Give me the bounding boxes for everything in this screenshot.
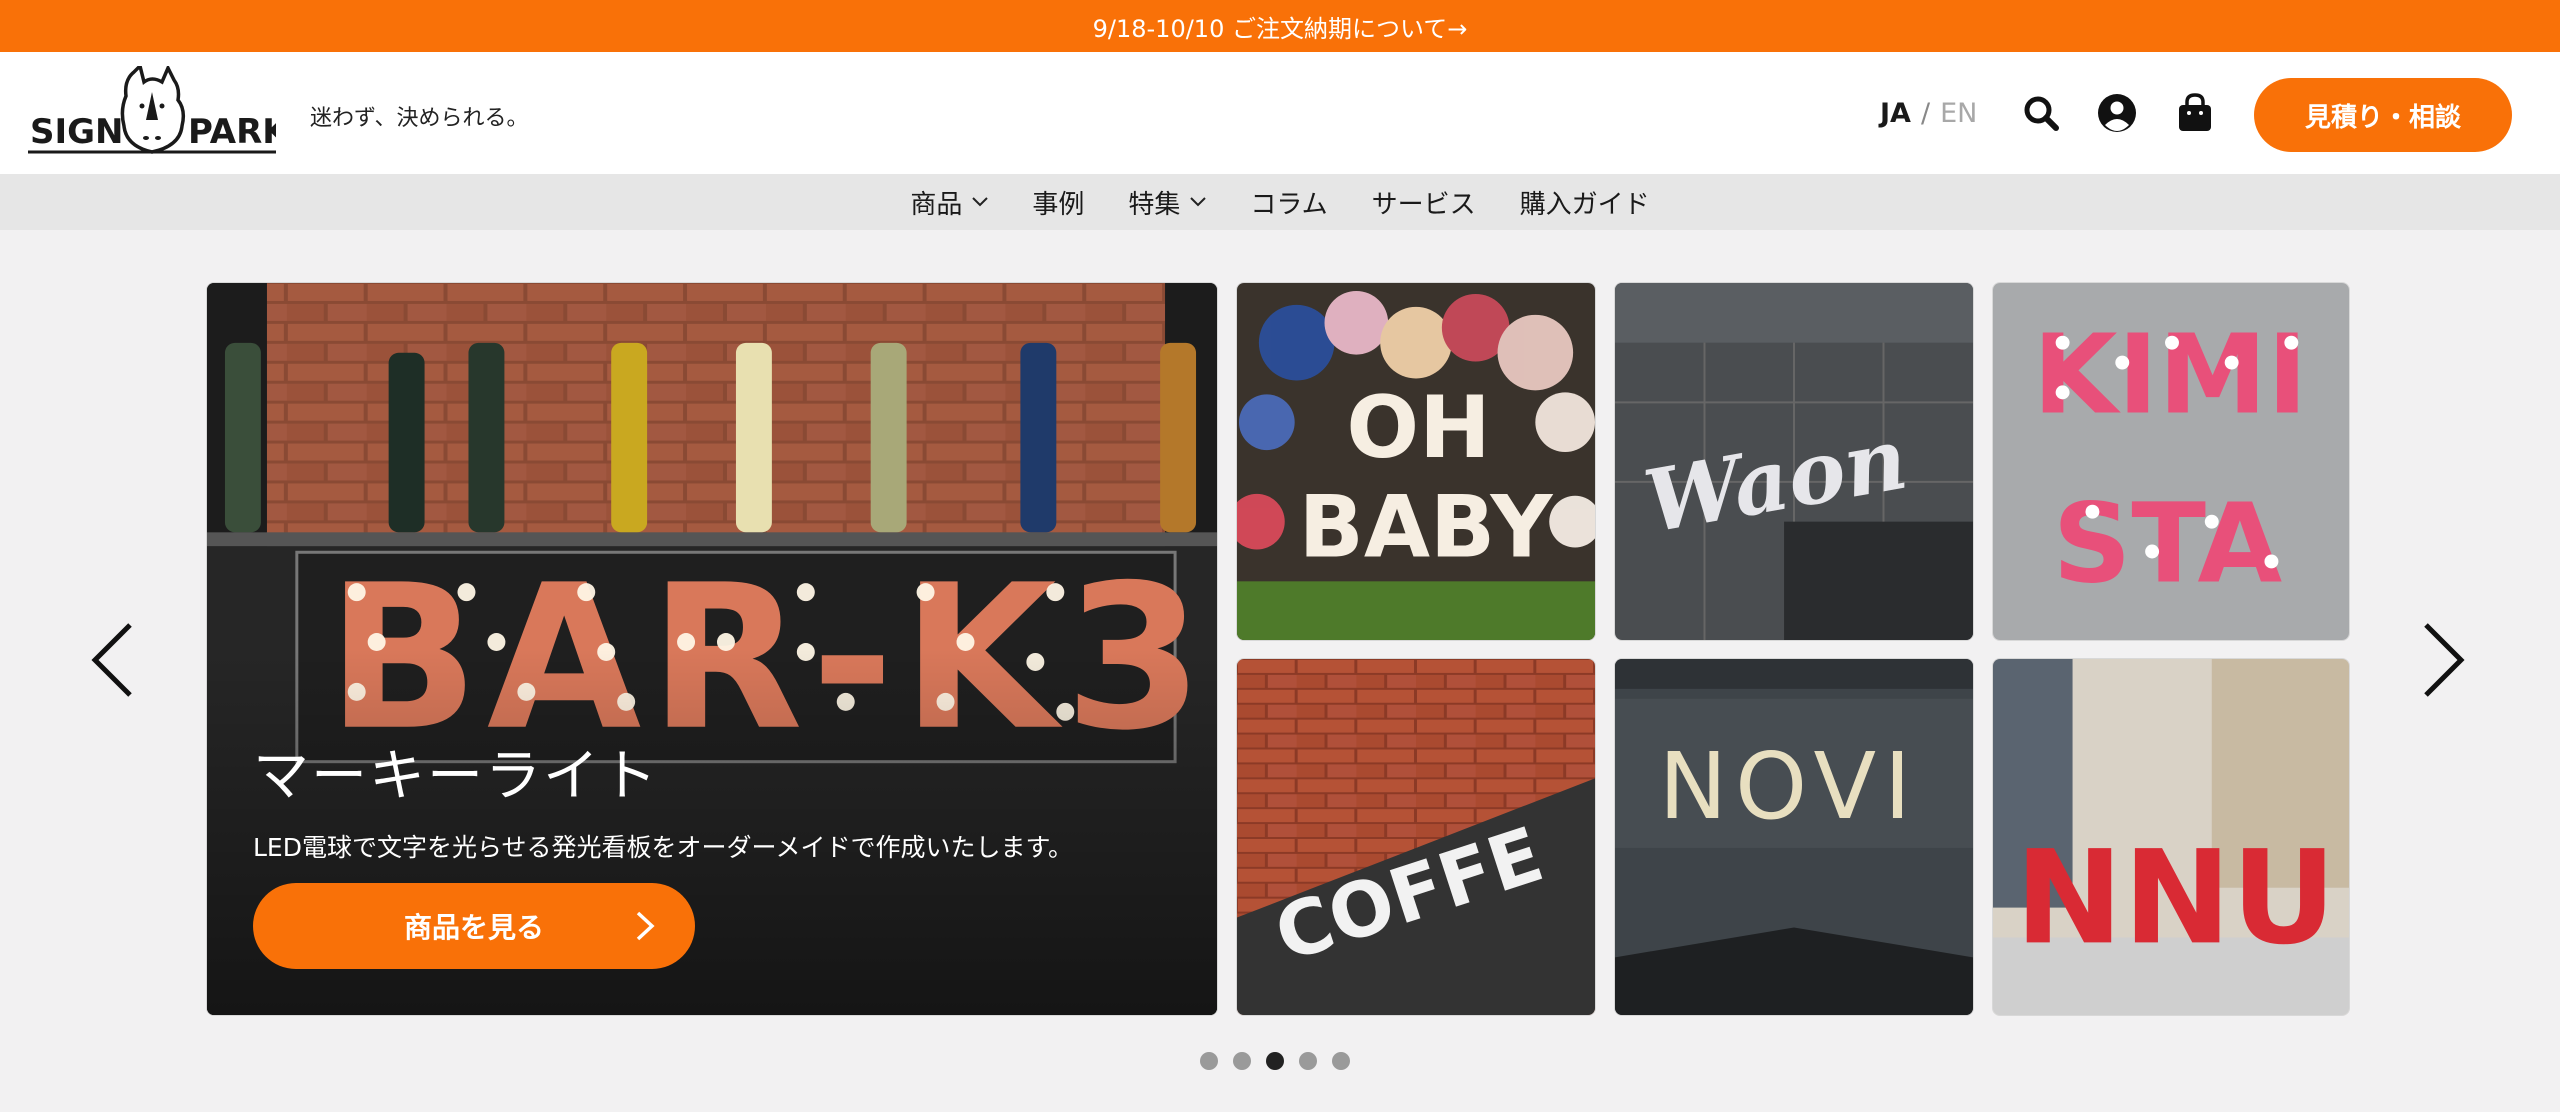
chevron-down-icon — [972, 197, 989, 207]
chevron-down-icon — [1190, 197, 1207, 207]
carousel-dot[interactable] — [1299, 1052, 1317, 1070]
svg-text:NNU: NNU — [2015, 823, 2336, 973]
nav-item-features[interactable]: 特集 — [1106, 174, 1228, 230]
carousel-dot[interactable] — [1200, 1052, 1218, 1070]
account-button[interactable] — [2096, 92, 2138, 134]
nav-item-products[interactable]: 商品 — [888, 174, 1010, 230]
main-nav: 商品 事例 特集 コラム サービス 購入ガイド — [0, 174, 2560, 230]
svg-text:OH: OH — [1346, 379, 1490, 478]
carousel-dot[interactable] — [1332, 1052, 1350, 1070]
svg-text:KIMI: KIMI — [2033, 310, 2308, 438]
prev-slide-button[interactable] — [82, 615, 142, 705]
nav-item-label: 商品 — [910, 189, 963, 220]
svg-text:STA: STA — [2053, 479, 2283, 607]
carousel-dot-active[interactable] — [1266, 1052, 1284, 1070]
svg-text:BABY: BABY — [1299, 478, 1554, 577]
thumb-coffee[interactable]: COFFE — [1236, 658, 1596, 1016]
hero-title: マーキーライト — [253, 744, 659, 809]
search-icon — [2024, 96, 2059, 131]
coffee-sign-image: COFFE — [1237, 659, 1595, 1015]
svg-text:NOVI: NOVI — [1659, 733, 1919, 840]
carousel-dot[interactable] — [1233, 1052, 1251, 1070]
svg-text:PARK: PARK — [188, 112, 276, 152]
nav-item-label: 事例 — [1032, 189, 1085, 220]
carousel-dots — [1200, 1052, 1350, 1070]
estimate-consult-button[interactable]: 見積り・相談 — [2254, 78, 2512, 152]
cart-button[interactable] — [2174, 92, 2216, 134]
nnu-sign-image: NNU — [1993, 659, 2349, 1015]
lang-separator: / — [1920, 98, 1931, 129]
sign-park-logo[interactable]: SIGN PARK — [28, 62, 290, 158]
nav-item-purchase-guide[interactable]: 購入ガイド — [1498, 174, 1672, 230]
announcement-text[interactable]: 9/18-10/10 ご注文納期について→ — [1093, 9, 1468, 44]
svg-text:SIGN: SIGN — [30, 112, 124, 152]
hero-main-slide[interactable]: BAR-K3. マーキーライト LED電球で文字を光らせる発光看板をオーダーメイ… — [206, 282, 1218, 1016]
chevron-left-icon — [91, 623, 132, 697]
chevron-right-icon — [2424, 623, 2465, 697]
waon-sign-image: Waon — [1615, 283, 1973, 640]
nav-item-service[interactable]: サービス — [1350, 174, 1498, 230]
cart-icon — [2179, 93, 2211, 131]
oh-baby-sign-image: OH BABY — [1237, 283, 1595, 640]
language-switcher: JA / EN — [1880, 98, 1977, 129]
cta-label: 見積り・相談 — [2304, 102, 2461, 133]
novi-sign-image: NOVI — [1615, 659, 1973, 1015]
kimi-sta-sign-image: KIMI STA — [1993, 283, 2349, 640]
thumb-oh-baby[interactable]: OH BABY — [1236, 282, 1596, 641]
view-products-label: 商品を見る — [403, 911, 544, 944]
nav-item-column[interactable]: コラム — [1228, 174, 1349, 230]
site-header: SIGN PARK 迷わず、決められる。 JA / EN 見積り・相談 — [0, 52, 2560, 174]
lang-en-link[interactable]: EN — [1940, 98, 1977, 129]
search-button[interactable] — [2020, 92, 2062, 134]
chevron-right-icon — [636, 911, 655, 941]
thumb-nnu[interactable]: NNU — [1992, 658, 2350, 1016]
tagline: 迷わず、決められる。 — [310, 106, 529, 131]
nav-item-cases[interactable]: 事例 — [1010, 174, 1106, 230]
view-products-button[interactable]: 商品を見る — [253, 883, 695, 969]
nav-item-label: サービス — [1371, 189, 1476, 220]
thumb-kimi-sta[interactable]: KIMI STA — [1992, 282, 2350, 641]
nav-item-label: 特集 — [1128, 189, 1181, 220]
nav-item-label: コラム — [1250, 189, 1328, 220]
thumb-novi[interactable]: NOVI — [1614, 658, 1974, 1016]
thumb-waon[interactable]: Waon — [1614, 282, 1974, 641]
hero-slider: BAR-K3. マーキーライト LED電球で文字を光らせる発光看板をオーダーメイ… — [0, 230, 2560, 1112]
nav-item-label: 購入ガイド — [1519, 189, 1650, 220]
lang-ja-link[interactable]: JA — [1880, 98, 1911, 129]
account-icon — [2098, 94, 2136, 132]
next-slide-button[interactable] — [2414, 615, 2474, 705]
hero-description: LED電球で文字を光らせる発光看板をオーダーメイドで作成いたします。 — [253, 833, 1073, 862]
announcement-bar[interactable]: 9/18-10/10 ご注文納期について→ — [0, 0, 2560, 52]
